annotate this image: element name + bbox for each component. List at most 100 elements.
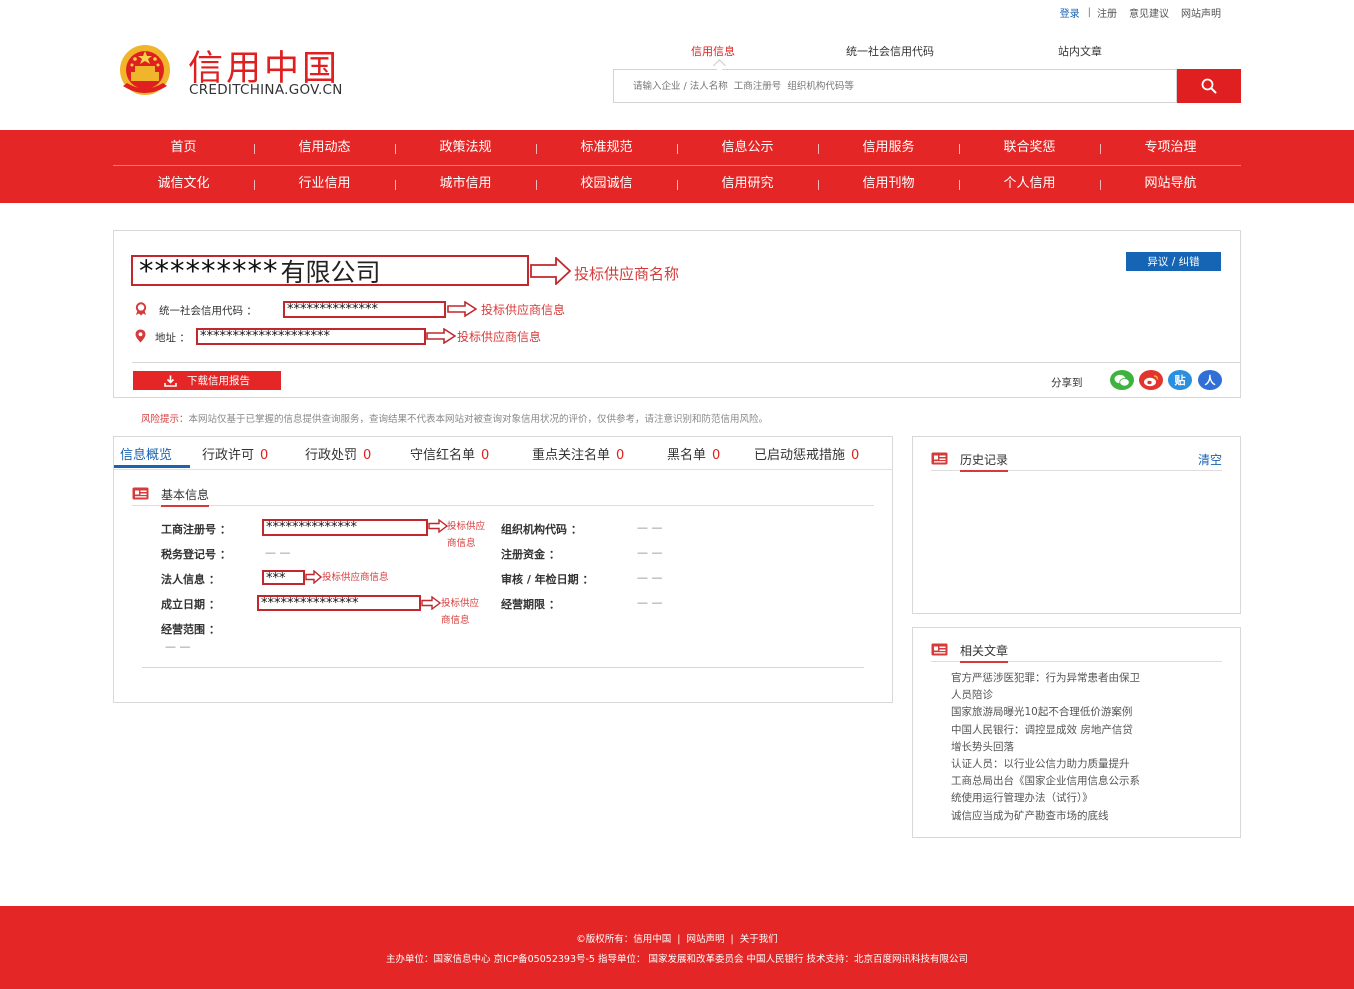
article-link[interactable]: 诚信应当成为矿产勘查市场的底线 (951, 808, 1213, 825)
login-link[interactable]: 登录 (1060, 5, 1080, 20)
nav-item-industry-credit[interactable]: 行业信用 (254, 166, 395, 202)
search-type-tabs: 信用信息 统一社会信用代码 站内文章 (613, 43, 1241, 72)
business-scope-value: — — (165, 640, 191, 653)
search-button[interactable] (1177, 69, 1241, 103)
business-scope-label: 经营范围 ： (161, 623, 220, 636)
footer-links: ©版权所有：信用中国 | 网站声明 | 关于我们 (0, 931, 1354, 945)
risk-notice-label: 风险提示： (141, 414, 189, 425)
info-tabs: 信息概览 行政许可 0 行政处罚 0 守信红名单 0 重点关注名单 0 黑名单 0 已启动… (114, 437, 892, 470)
tab-key-watchlist[interactable]: 重点关注名单 0 (532, 444, 624, 463)
founded-date-annotation-line2: 商信息 (441, 615, 470, 626)
tab-admin-license[interactable]: 行政许可 0 (202, 444, 268, 463)
reg-no-value: ************** (262, 519, 428, 536)
tab-redlist[interactable]: 守信红名单 0 (410, 444, 489, 463)
dispute-button[interactable]: 异议 / 纠错 (1126, 252, 1221, 271)
search-tab-articles[interactable]: 站内文章 (1058, 43, 1102, 59)
nav-item-credit-research[interactable]: 信用研究 (677, 166, 818, 202)
annotation-arrow (428, 519, 448, 533)
address-label: 地址 ： (155, 332, 190, 344)
footer-about-link[interactable]: 关于我们 (740, 934, 778, 945)
basic-info-title: 基本信息 (161, 486, 210, 507)
tax-no-label: 税务登记号 ： (161, 548, 231, 561)
address-value: ******************** (196, 328, 426, 345)
annotation-arrow (447, 301, 477, 317)
annotation-arrow (421, 596, 441, 610)
registered-capital-label: 注册资金 ： (501, 548, 560, 561)
founded-date-value: *************** (257, 595, 421, 611)
nav-item-rewards-penalties[interactable]: 联合奖惩 (959, 130, 1100, 165)
address-annotation: 投标供应商信息 (457, 330, 542, 344)
annotation-arrow (305, 570, 322, 584)
national-emblem-icon (120, 45, 170, 95)
nav-item-city-credit[interactable]: 城市信用 (395, 166, 536, 202)
article-link[interactable]: 官方严惩涉医犯罪：行为异常患者由保卫 (951, 670, 1213, 687)
nav-item-site-map[interactable]: 网站导航 (1100, 166, 1241, 202)
panel-divider (142, 667, 864, 668)
article-link[interactable]: 认证人员：以行业公信力助力质量提升 (951, 756, 1213, 773)
founded-date-annotation-line1: 投标供应 (441, 598, 480, 609)
nav-item-disclosure[interactable]: 信息公示 (677, 130, 818, 165)
site-footer: ©版权所有：信用中国 | 网站声明 | 关于我们 主办单位：国家信息中心 京ICP备05… (0, 906, 1354, 989)
tab-overview[interactable]: 信息概览 (120, 444, 172, 463)
nav-item-campus-integrity[interactable]: 校园诚信 (536, 166, 677, 202)
article-link[interactable]: 统使用运行管理办法（试行）》 (951, 790, 1213, 807)
nav-item-home[interactable]: 首页 (113, 130, 254, 165)
card-divider (132, 362, 1240, 363)
history-header: 历史记录 清空 (931, 451, 1222, 472)
annotation-arrow (426, 328, 456, 344)
tab-punishment-measures[interactable]: 已启动惩戒措施 0 (754, 444, 859, 463)
search-tab-credit-info[interactable]: 信用信息 (691, 43, 735, 59)
credit-code-value: ************** (283, 301, 446, 318)
statement-link[interactable]: 网站声明 (1181, 5, 1221, 20)
wechat-icon[interactable] (1110, 370, 1134, 390)
nav-item-standards[interactable]: 标准规范 (536, 130, 677, 165)
audit-date-label: 审核 / 年检日期 ： (501, 573, 594, 586)
related-articles-box: 相关文章 官方严惩涉医犯罪：行为异常患者由保卫 人员陪诊 国家旅游局曝光10起不… (912, 627, 1241, 838)
download-report-label: 下载信用报告 (187, 375, 250, 387)
article-link[interactable]: 国家旅游局曝光10起不合理低价游案例 (951, 704, 1213, 721)
operating-term-label: 经营期限 ： (501, 598, 560, 611)
search-input[interactable] (614, 70, 1176, 102)
id-card-icon (931, 452, 948, 465)
nav-item-personal-credit[interactable]: 个人信用 (959, 166, 1100, 202)
reg-no-label: 工商注册号 ： (161, 523, 231, 536)
clear-history-link[interactable]: 清空 (1198, 451, 1222, 468)
download-report-button[interactable]: 下载信用报告 (133, 371, 281, 390)
nav-item-special-governance[interactable]: 专项治理 (1100, 130, 1241, 165)
active-tab-underline (114, 465, 190, 468)
tab-admin-penalty[interactable]: 行政处罚 0 (305, 444, 371, 463)
nav-item-policy[interactable]: 政策法规 (395, 130, 536, 165)
renren-icon[interactable]: 人 (1198, 370, 1222, 390)
company-name-suffix: 有限公司 (280, 257, 381, 286)
feedback-link[interactable]: 意见建议 (1129, 5, 1169, 20)
company-name-mask: ********* (139, 255, 279, 286)
reg-no-annotation-line1: 投标供应 (447, 521, 486, 532)
risk-notice-text: 本网站仅基于已掌握的信息提供查询服务，查询结果不代表本网站对被查询对象信用状况的… (188, 414, 769, 425)
site-logo[interactable]: 信用中国 CREDITCHINA.GOV.CN (113, 42, 383, 102)
annotation-arrow (530, 257, 572, 285)
legal-person-value: *** (262, 570, 305, 585)
founded-date-label: 成立日期 ： (161, 598, 220, 611)
tab-blacklist[interactable]: 黑名单 0 (667, 444, 720, 463)
article-link[interactable]: 工商总局出台《国家企业信用信息公示系 (951, 773, 1213, 790)
article-link[interactable]: 人员陪诊 (951, 687, 1213, 704)
nav-item-credit-news[interactable]: 信用动态 (254, 130, 395, 165)
article-link[interactable]: 中国人民银行：调控显成效 房地产信贷 (951, 722, 1213, 739)
weibo-icon[interactable] (1139, 370, 1163, 390)
nav-item-credit-publications[interactable]: 信用刊物 (818, 166, 959, 202)
operating-term-value: — — (637, 596, 663, 609)
nav-item-credit-service[interactable]: 信用服务 (818, 130, 959, 165)
top-links-separator: | (1087, 7, 1091, 18)
search-tab-credit-code[interactable]: 统一社会信用代码 (846, 43, 934, 59)
footer-separator: | (677, 934, 681, 945)
tieba-icon[interactable]: 贴 (1168, 370, 1192, 390)
footer-statement-link[interactable]: 网站声明 (686, 934, 724, 945)
search-icon (1201, 78, 1217, 94)
article-link[interactable]: 增长势头回落 (951, 739, 1213, 756)
nav-item-integrity-culture[interactable]: 诚信文化 (113, 166, 254, 202)
risk-notice: 风险提示：本网站仅基于已掌握的信息提供查询服务，查询结果不代表本网站对被查询对象… (141, 411, 768, 425)
org-code-value: — — (637, 521, 663, 534)
info-panel: 信息概览 行政许可 0 行政处罚 0 守信红名单 0 重点关注名单 0 黑名单 0 已启动… (113, 436, 893, 703)
company-card: ********* 有限公司 投标供应商名称 异议 / 纠错 统一社会信用代码 … (113, 230, 1241, 398)
register-link[interactable]: 注册 (1097, 5, 1117, 20)
